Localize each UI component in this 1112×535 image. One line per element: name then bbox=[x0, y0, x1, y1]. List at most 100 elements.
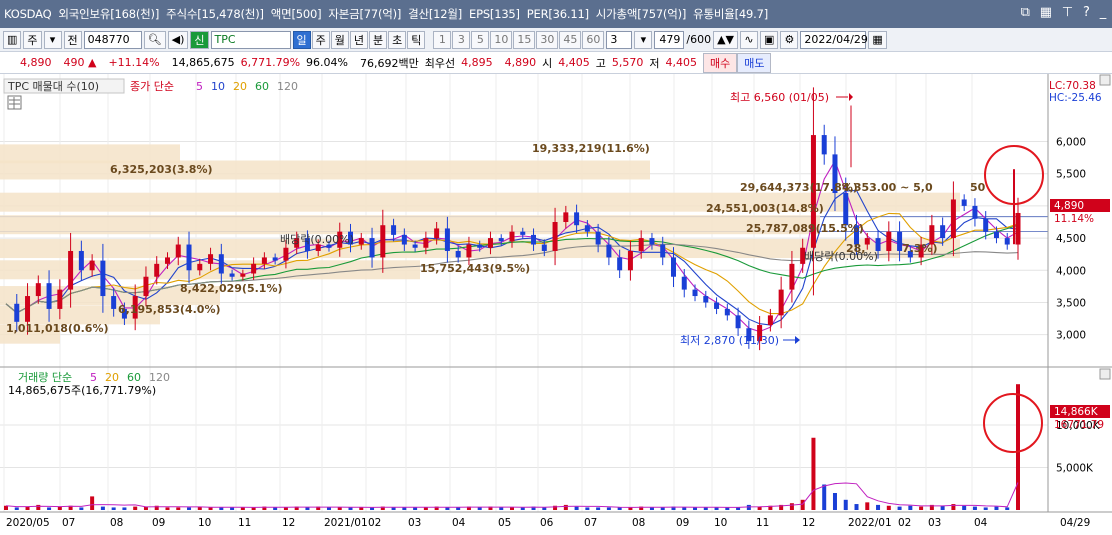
volume-bar bbox=[273, 507, 278, 510]
chart-type-icon[interactable]: ∿ bbox=[740, 30, 759, 49]
time-tick: 09 bbox=[152, 517, 165, 529]
period-0[interactable]: 일 bbox=[292, 30, 311, 49]
time-tick: 2021/01 bbox=[324, 517, 368, 529]
volume-bar bbox=[391, 507, 396, 510]
interval-dropdown-icon[interactable]: ▾ bbox=[634, 30, 653, 49]
candle-body bbox=[767, 315, 773, 326]
candle-body bbox=[993, 231, 999, 239]
candle-body bbox=[186, 244, 192, 271]
price-tag-value: 4,890 bbox=[1054, 200, 1084, 212]
volume-bar bbox=[359, 507, 364, 510]
volume-profile-band bbox=[0, 215, 820, 235]
price-tick: 6,000 bbox=[1056, 137, 1086, 149]
period-6[interactable]: 틱 bbox=[407, 30, 426, 49]
settings-icon[interactable]: ⚙ bbox=[780, 30, 799, 49]
volume-bar bbox=[57, 506, 62, 510]
candle-body bbox=[229, 273, 235, 277]
high-price: 5,570 bbox=[611, 56, 644, 69]
volume-bar bbox=[693, 507, 698, 510]
chart-area[interactable]: 1,011,018(0.6%) 6,195,853(4.0%) 8,422,029(… bbox=[0, 74, 1112, 532]
volume-bar bbox=[596, 507, 601, 510]
prev-button[interactable]: 전 bbox=[63, 30, 82, 49]
best-quote-label: 최우선 bbox=[424, 56, 456, 70]
volume-pane-toggle[interactable] bbox=[1099, 368, 1111, 380]
grid-icon[interactable]: ▦ bbox=[1040, 5, 1052, 20]
help-icon[interactable]: ? bbox=[1083, 5, 1090, 20]
sell-button[interactable]: 매도 bbox=[737, 52, 772, 73]
price-tick: 4,000 bbox=[1056, 265, 1086, 277]
ma-legend-5: 5 bbox=[196, 80, 203, 93]
mode-dropdown-icon[interactable]: ▾ bbox=[43, 30, 62, 49]
period-5[interactable]: 초 bbox=[388, 30, 407, 49]
volume-bar bbox=[800, 499, 805, 510]
open-price: 4,405 bbox=[558, 56, 590, 69]
price-change-pct: +11.14% bbox=[108, 56, 160, 69]
candle-body bbox=[251, 263, 257, 274]
volume-bar bbox=[972, 506, 977, 510]
volume-bar bbox=[520, 507, 525, 510]
credit-badge[interactable]: 신 bbox=[190, 30, 209, 49]
search-icon[interactable]: 🔍︎ bbox=[143, 30, 166, 49]
volume-bar bbox=[962, 505, 967, 510]
volume-bar bbox=[660, 507, 665, 510]
dividend-annotation-1: 배당락(0.00%) bbox=[280, 233, 354, 246]
vol-legend-5: 5 bbox=[90, 371, 97, 384]
period-1[interactable]: 주 bbox=[311, 30, 330, 49]
volume-bar bbox=[789, 503, 794, 510]
market-label: KOSDAQ bbox=[4, 7, 52, 21]
interval-30[interactable]: 30 bbox=[536, 30, 559, 49]
volume-bar bbox=[165, 507, 170, 510]
layout-icon[interactable]: ▥ bbox=[3, 30, 22, 49]
date-input[interactable]: 2022/04/29 bbox=[800, 30, 868, 49]
buy-button[interactable]: 매수 bbox=[702, 52, 738, 73]
price-chart[interactable]: 1,011,018(0.6%) 6,195,853(4.0%) 8,422,029(… bbox=[0, 74, 1112, 532]
volume-bar bbox=[122, 507, 127, 510]
volume-profile-label: 8,422,029(5.1%) bbox=[180, 282, 283, 295]
turnover-ratio: 96.04% bbox=[306, 56, 348, 69]
range-label: 4,353.00 ~ 5,0 bbox=[842, 181, 933, 194]
candle-body bbox=[520, 231, 526, 235]
candle-body bbox=[660, 244, 666, 258]
calendar-icon[interactable]: ▦ bbox=[868, 30, 887, 49]
save-icon[interactable]: ▣ bbox=[760, 30, 779, 49]
mode-select[interactable]: 주 bbox=[23, 30, 42, 49]
custom-interval[interactable]: 3 bbox=[606, 30, 633, 49]
period-4[interactable]: 분 bbox=[369, 30, 388, 49]
candle-body bbox=[164, 257, 170, 264]
volume-profile-band bbox=[0, 160, 650, 180]
minimize-icon[interactable]: _ bbox=[1100, 5, 1107, 20]
volume-profile-label: 25,787,089(15.5%) bbox=[746, 222, 864, 235]
candle-body bbox=[261, 257, 267, 264]
title-bar: KOSDAQ 외국인보유[168(천)] 주식수[15,478(천)] 액면[5… bbox=[0, 0, 1112, 28]
interval-60[interactable]: 60 bbox=[582, 30, 605, 49]
candle-body bbox=[961, 199, 967, 206]
interval-10[interactable]: 10 bbox=[490, 30, 513, 49]
zoom-icon[interactable]: ▲▼ bbox=[713, 30, 739, 49]
volume-value: 14,865,675 bbox=[171, 56, 235, 69]
time-tick: 08 bbox=[110, 517, 123, 529]
price-pane-toggle[interactable] bbox=[1099, 74, 1111, 86]
float-ratio: 유통비율[49.7] bbox=[693, 7, 769, 21]
price-tick: 3,500 bbox=[1056, 297, 1086, 309]
interval-3[interactable]: 3 bbox=[452, 30, 471, 49]
candle-body bbox=[380, 225, 386, 258]
sound-icon[interactable]: ◀) bbox=[167, 30, 189, 49]
stock-name-field[interactable]: TPC bbox=[210, 30, 291, 49]
time-tick: 10 bbox=[714, 517, 727, 529]
stock-code-input[interactable]: 048770 bbox=[83, 30, 142, 49]
candle-body bbox=[272, 257, 278, 261]
period-2[interactable]: 월 bbox=[330, 30, 349, 49]
candle-body bbox=[487, 238, 493, 248]
interval-15[interactable]: 15 bbox=[513, 30, 536, 49]
interval-1[interactable]: 1 bbox=[433, 30, 452, 49]
pin-icon[interactable]: ⊤ bbox=[1062, 5, 1073, 20]
link-icon[interactable]: ⧉ bbox=[1021, 5, 1030, 20]
interval-5[interactable]: 5 bbox=[471, 30, 490, 49]
volume-bar bbox=[574, 506, 579, 510]
volume-bar bbox=[133, 506, 138, 510]
period-3[interactable]: 년 bbox=[349, 30, 369, 49]
time-tick: 11 bbox=[756, 517, 769, 529]
bar-count-input[interactable]: 479 bbox=[654, 30, 685, 49]
volume-bar bbox=[649, 507, 654, 510]
interval-45[interactable]: 45 bbox=[559, 30, 582, 49]
